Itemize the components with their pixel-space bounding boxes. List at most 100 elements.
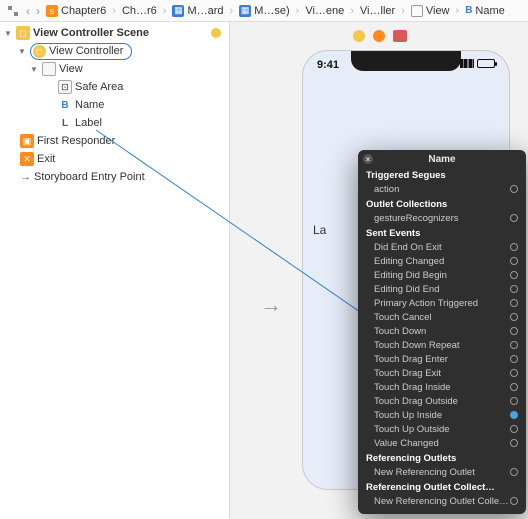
event-touch-up-inside[interactable]: Touch Up Inside (358, 408, 526, 422)
disclosure-triangle-icon[interactable]: ▼ (18, 47, 27, 56)
event-touch-cancel[interactable]: Touch Cancel (358, 310, 526, 324)
view-icon (42, 62, 56, 76)
label-row[interactable]: L Label (0, 114, 229, 132)
scene-label: View Controller Scene (33, 27, 149, 39)
event-touch-down-repeat[interactable]: Touch Down Repeat (358, 338, 526, 352)
connections-popover[interactable]: × Name Triggered Segues action Outlet Co… (358, 150, 526, 514)
outlet-circle-icon (510, 383, 518, 391)
document-outline: ▼ ◻ View Controller Scene ▼ ◻ View Contr… (0, 22, 230, 519)
battery-icon (477, 59, 495, 68)
event-touch-drag-inside[interactable]: Touch Drag Inside (358, 380, 526, 394)
first-responder-row[interactable]: ▣ First Responder (0, 132, 229, 150)
view-row[interactable]: ▼ View (0, 60, 229, 78)
label-label: Label (75, 117, 102, 129)
crumb-7[interactable]: BName (465, 5, 505, 17)
event-touch-drag-enter[interactable]: Touch Drag Enter (358, 352, 526, 366)
chevron-right-icon: › (456, 5, 460, 17)
close-icon[interactable]: × (363, 154, 373, 164)
first-responder-icon: ▣ (20, 134, 34, 148)
outlet-circle-icon (510, 299, 518, 307)
first-responder-label: First Responder (37, 135, 115, 147)
chevron-right-icon: › (401, 5, 405, 17)
vc-label: View Controller (49, 45, 123, 57)
entry-point-row[interactable]: → Storyboard Entry Point (0, 168, 229, 186)
section-triggered-segues: Triggered Segues (358, 167, 526, 182)
outlet-b-icon: B (58, 100, 72, 111)
entry-point-label: Storyboard Entry Point (34, 171, 145, 183)
canvas-label[interactable]: La (313, 223, 326, 237)
outlet-circle-icon (510, 439, 518, 447)
event-editing-changed[interactable]: Editing Changed (358, 254, 526, 268)
event-editing-did-end[interactable]: Editing Did End (358, 282, 526, 296)
event-did-end-on-exit[interactable]: Did End On Exit (358, 240, 526, 254)
exit-label: Exit (37, 153, 55, 165)
crumb-4[interactable]: Vi…ene (305, 5, 344, 17)
swift-icon: s (46, 5, 58, 17)
section-referencing-outlet-collections: Referencing Outlet Collect… (358, 479, 526, 494)
crumb-1[interactable]: Ch…r6 (122, 5, 157, 17)
view-label: View (59, 63, 83, 75)
scene-header-row[interactable]: ▼ ◻ View Controller Scene (0, 24, 229, 42)
event-touch-down[interactable]: Touch Down (358, 324, 526, 338)
status-time: 9:41 (317, 59, 339, 71)
outlet-circle-icon (510, 327, 518, 335)
scene-first-responder-icon[interactable] (373, 30, 385, 42)
disclosure-triangle-icon[interactable]: ▼ (4, 29, 13, 38)
outlet-circle-icon (510, 185, 518, 193)
device-notch (351, 51, 461, 71)
item-new-referencing-outlet-col[interactable]: New Referencing Outlet Colle… (358, 494, 526, 508)
disclosure-triangle-icon[interactable]: ▼ (30, 65, 39, 74)
outlet-circle-icon (510, 341, 518, 349)
outlet-circle-icon (510, 355, 518, 363)
outlet-circle-icon (510, 468, 518, 476)
storyboard-icon: ▦ (239, 5, 251, 17)
crumb-5[interactable]: Vi…ller (360, 5, 395, 17)
scene-exit-icon[interactable] (393, 30, 407, 42)
safe-area-icon: ⊡ (58, 80, 72, 94)
crumb-6[interactable]: View (411, 5, 450, 17)
exit-row[interactable]: ✕ Exit (0, 150, 229, 168)
selected-item-pill: ◻ View Controller (30, 43, 132, 60)
scene-indicator-icon (211, 28, 221, 38)
segue-arrow-icon: → (260, 292, 282, 318)
view-controller-icon: ◻ (33, 45, 46, 58)
item-gesture-recognizers[interactable]: gestureRecognizers (358, 211, 526, 225)
safe-area-row[interactable]: ⊡ Safe Area (0, 78, 229, 96)
scene-vc-icon[interactable] (353, 30, 365, 42)
event-editing-did-begin[interactable]: Editing Did Begin (358, 268, 526, 282)
outlet-b-icon: B (465, 5, 472, 16)
view-icon (411, 5, 423, 17)
item-action[interactable]: action (358, 182, 526, 196)
chevron-right-icon: › (296, 5, 300, 17)
scene-header-icons (353, 30, 407, 42)
outlet-circle-icon (510, 411, 518, 419)
view-controller-row[interactable]: ▼ ◻ View Controller (14, 42, 229, 60)
arrow-right-icon: → (20, 171, 31, 183)
event-value-changed[interactable]: Value Changed (358, 436, 526, 450)
name-field-row[interactable]: B Name (0, 96, 229, 114)
outlet-circle-icon (510, 285, 518, 293)
crumb-chapter6[interactable]: sChapter6 (46, 5, 106, 17)
event-touch-drag-exit[interactable]: Touch Drag Exit (358, 366, 526, 380)
name-label: Name (75, 99, 104, 111)
chevron-right-icon: › (350, 5, 354, 17)
status-icons (460, 59, 495, 68)
popover-title: × Name (358, 150, 526, 167)
section-referencing-outlets: Referencing Outlets (358, 450, 526, 465)
item-new-referencing-outlet[interactable]: New Referencing Outlet (358, 465, 526, 479)
document-navigator-icon[interactable] (6, 4, 20, 18)
forward-button[interactable]: › (36, 4, 40, 18)
outlet-circle-icon (510, 214, 518, 222)
event-touch-up-outside[interactable]: Touch Up Outside (358, 422, 526, 436)
outlet-circle-icon (510, 369, 518, 377)
storyboard-icon: ▦ (172, 5, 184, 17)
event-primary-action[interactable]: Primary Action Triggered (358, 296, 526, 310)
chevron-right-icon: › (230, 5, 234, 17)
crumb-2[interactable]: ▦M…ard (172, 5, 223, 17)
outlet-circle-icon (510, 497, 518, 505)
crumb-3[interactable]: ▦M…se) (239, 5, 289, 17)
event-touch-drag-outside[interactable]: Touch Drag Outside (358, 394, 526, 408)
back-button[interactable]: ‹ (26, 4, 30, 18)
section-sent-events: Sent Events (358, 225, 526, 240)
outlet-circle-icon (510, 257, 518, 265)
